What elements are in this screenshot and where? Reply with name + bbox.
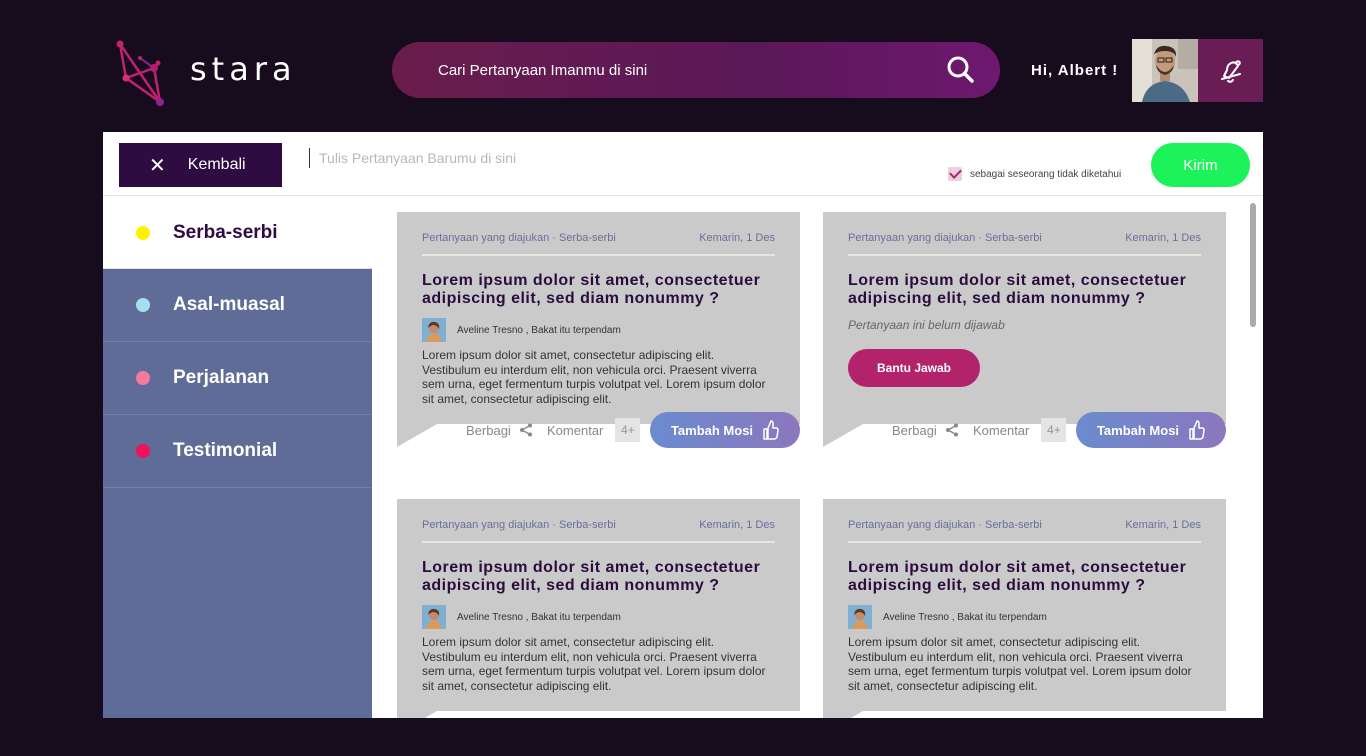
app-name: stara bbox=[190, 50, 297, 88]
question-bubble: Pertanyaan yang diajukan · Serba-serbi K… bbox=[397, 212, 800, 424]
category-dot bbox=[136, 371, 150, 385]
app-logo[interactable]: stara bbox=[112, 38, 312, 108]
question-date: Kemarin, 1 Des bbox=[699, 519, 775, 531]
sidebar-item-label: Asal-muasal bbox=[173, 294, 285, 315]
question-bubble: Pertanyaan yang diajukan · Serba-serbi K… bbox=[823, 499, 1226, 711]
comment-count: 4+ bbox=[1041, 418, 1067, 442]
anonymous-checkbox[interactable] bbox=[948, 167, 962, 181]
bubble-tail bbox=[823, 711, 863, 718]
question-date: Kemarin, 1 Des bbox=[699, 232, 775, 244]
category-dot bbox=[136, 444, 150, 458]
back-button[interactable]: ✕ Kembali bbox=[119, 143, 282, 187]
question-title[interactable]: Lorem ipsum dolor sit amet, consectetuer… bbox=[848, 559, 1201, 595]
sidebar-item-asal-muasal[interactable]: Asal-muasal bbox=[103, 269, 372, 342]
help-answer-button[interactable]: Bantu Jawab bbox=[848, 349, 980, 387]
author-avatar[interactable] bbox=[422, 605, 446, 629]
close-icon: ✕ bbox=[149, 154, 166, 177]
comment-count: 4+ bbox=[615, 418, 641, 442]
category-sidebar: Serba-serbi Asal-muasal Perjalanan Testi… bbox=[103, 197, 372, 718]
card-actions: Berbagi Komentar 4+ Tambah Mosi bbox=[397, 412, 800, 448]
sidebar-item-testimonial[interactable]: Testimonial bbox=[103, 415, 372, 488]
search-bar bbox=[392, 42, 1000, 98]
question-card: Pertanyaan yang diajukan · Serba-serbi K… bbox=[823, 499, 1226, 718]
question-date: Kemarin, 1 Des bbox=[1125, 232, 1201, 244]
question-title[interactable]: Lorem ipsum dolor sit amet, consectetuer… bbox=[422, 559, 775, 595]
question-bubble: Pertanyaan yang diajukan · Serba-serbi K… bbox=[823, 212, 1226, 424]
send-button[interactable]: Kirim bbox=[1151, 143, 1250, 187]
answer-text: Lorem ipsum dolor sit amet, consectetur … bbox=[422, 635, 766, 693]
sidebar-item-perjalanan[interactable]: Perjalanan bbox=[103, 342, 372, 415]
answer-text: Lorem ipsum dolor sit amet, consectetur … bbox=[422, 348, 766, 406]
question-composer: ✕ Kembali sebagai seseorang tidak diketa… bbox=[103, 132, 1263, 196]
notification-button[interactable] bbox=[1198, 39, 1263, 102]
author-avatar[interactable] bbox=[422, 318, 446, 342]
question-meta: Pertanyaan yang diajukan · Serba-serbi bbox=[848, 232, 1042, 244]
question-card: Pertanyaan yang diajukan · Serba-serbi K… bbox=[397, 212, 800, 448]
share-button[interactable]: Berbagi bbox=[892, 423, 959, 438]
question-title[interactable]: Lorem ipsum dolor sit amet, consectetuer… bbox=[848, 272, 1201, 308]
unanswered-note: Pertanyaan ini belum dijawab bbox=[848, 318, 1005, 332]
comment-button[interactable]: Komentar 4+ bbox=[973, 418, 1067, 442]
category-dot bbox=[136, 298, 150, 312]
sidebar-item-label: Perjalanan bbox=[173, 367, 270, 388]
answer-text: Lorem ipsum dolor sit amet, consectetur … bbox=[848, 635, 1192, 693]
question-card: Pertanyaan yang diajukan · Serba-serbi K… bbox=[823, 212, 1226, 448]
sidebar-item-label: Serba-serbi bbox=[173, 221, 278, 243]
new-question-input[interactable] bbox=[309, 148, 809, 168]
scrollbar[interactable] bbox=[1250, 203, 1256, 327]
author-name: Aveline Tresno , Bakat itu terpendam bbox=[457, 611, 621, 623]
author-name: Aveline Tresno , Bakat itu terpendam bbox=[457, 324, 621, 336]
anonymous-label: sebagai seseorang tidak diketahui bbox=[970, 168, 1122, 180]
answer-author: Aveline Tresno , Bakat itu terpendam bbox=[848, 605, 1201, 629]
answer-author: Aveline Tresno , Bakat itu terpendam bbox=[422, 318, 775, 342]
share-icon bbox=[945, 423, 958, 437]
question-bubble: Pertanyaan yang diajukan · Serba-serbi K… bbox=[397, 499, 800, 711]
answer-author: Aveline Tresno , Bakat itu terpendam bbox=[422, 605, 775, 629]
bell-icon bbox=[1220, 59, 1241, 83]
constellation-logo-icon bbox=[116, 40, 164, 106]
thumbs-up-icon bbox=[1189, 420, 1205, 440]
bubble-tail bbox=[397, 711, 437, 718]
main-panel: ✕ Kembali sebagai seseorang tidak diketa… bbox=[103, 132, 1263, 718]
add-motion-button[interactable]: Tambah Mosi bbox=[1076, 412, 1226, 448]
add-motion-button[interactable]: Tambah Mosi bbox=[650, 412, 800, 448]
question-meta: Pertanyaan yang diajukan · Serba-serbi bbox=[848, 519, 1042, 531]
share-button[interactable]: Berbagi bbox=[466, 423, 533, 438]
sidebar-item-serba-serbi[interactable]: Serba-serbi bbox=[103, 197, 372, 269]
question-feed: Pertanyaan yang diajukan · Serba-serbi K… bbox=[372, 197, 1263, 718]
author-name: Aveline Tresno , Bakat itu terpendam bbox=[883, 611, 1047, 623]
question-title[interactable]: Lorem ipsum dolor sit amet, consectetuer… bbox=[422, 272, 775, 308]
back-button-label: Kembali bbox=[187, 156, 246, 173]
anonymous-option: sebagai seseorang tidak diketahui bbox=[948, 167, 1121, 181]
user-avatar[interactable] bbox=[1132, 39, 1198, 102]
comment-button[interactable]: Komentar 4+ bbox=[547, 418, 641, 442]
question-card: Pertanyaan yang diajukan · Serba-serbi K… bbox=[397, 499, 800, 718]
category-dot bbox=[136, 225, 150, 240]
search-input[interactable] bbox=[438, 61, 908, 79]
card-actions: Berbagi Komentar 4+ Tambah Mosi bbox=[823, 412, 1226, 448]
share-icon bbox=[519, 423, 532, 437]
search-icon bbox=[947, 56, 974, 83]
question-meta: Pertanyaan yang diajukan · Serba-serbi bbox=[422, 232, 616, 244]
thumbs-up-icon bbox=[763, 420, 779, 440]
greeting-text: Hi, Albert ! bbox=[1031, 62, 1119, 79]
sidebar-item-label: Testimonial bbox=[173, 440, 278, 461]
question-meta: Pertanyaan yang diajukan · Serba-serbi bbox=[422, 519, 616, 531]
author-avatar[interactable] bbox=[848, 605, 872, 629]
search-button[interactable] bbox=[946, 55, 976, 85]
question-date: Kemarin, 1 Des bbox=[1125, 519, 1201, 531]
